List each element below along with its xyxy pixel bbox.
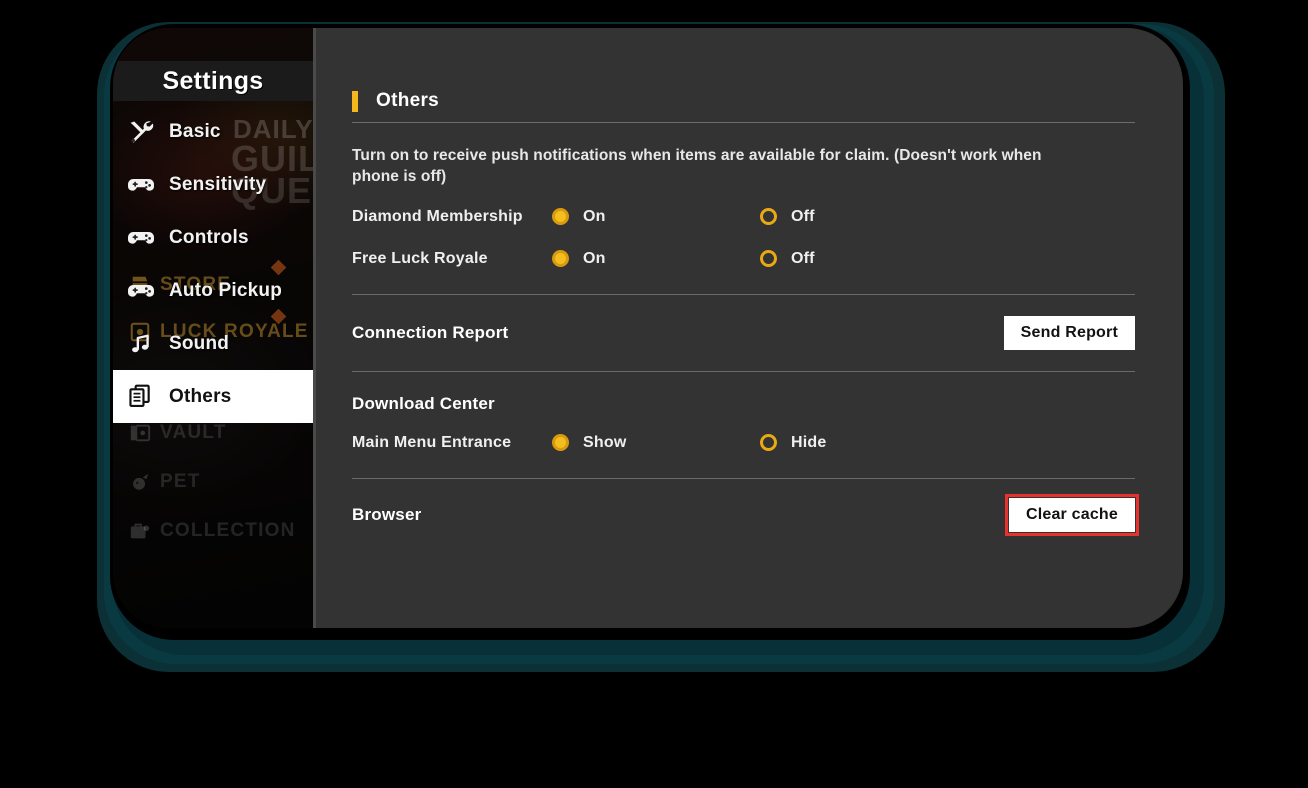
- sidebar-item-label: Sensitivity: [169, 173, 267, 195]
- radio-label: Show: [583, 433, 627, 451]
- download-center-option-row: Main Menu Entrance Show Hide: [352, 430, 1135, 456]
- toggle-label: Diamond Membership: [352, 207, 523, 225]
- background-item-label: PET: [160, 471, 201, 492]
- section-title: Others: [376, 90, 440, 111]
- radio-off-icon: [760, 434, 777, 452]
- sidebar-item-sensitivity[interactable]: Sensitivity: [113, 158, 313, 211]
- sidebar-item-label: Sound: [169, 332, 230, 354]
- toggle-row-free-luck-royale: Free Luck Royale On Off: [352, 246, 1135, 272]
- connection-report-row: Connection Report Send Report: [352, 295, 1135, 371]
- radio-label: On: [583, 249, 606, 267]
- row-divider: [352, 370, 1135, 372]
- radio-label: Hide: [791, 433, 827, 451]
- settings-content-panel: Others Turn on to receive push notificat…: [313, 28, 1183, 628]
- radio-label: Off: [791, 207, 815, 225]
- sidebar-item-label: Others: [169, 385, 232, 407]
- radio-on-icon: [552, 434, 569, 452]
- radio-label: On: [583, 207, 606, 225]
- pet-icon: [129, 471, 151, 493]
- sidebar-header: Settings: [113, 61, 313, 101]
- toggle-row-diamond-membership: Diamond Membership On Off: [352, 204, 1135, 230]
- background-item-label: COLLECTION: [160, 520, 296, 541]
- vault-icon: [129, 422, 151, 444]
- page-title: Settings: [162, 66, 264, 95]
- radio-diamond-membership-on[interactable]: On: [552, 208, 760, 226]
- download-center-block: Download Center Main Menu Entrance Show …: [352, 394, 1135, 456]
- radio-free-luck-royale-on[interactable]: On: [552, 250, 760, 268]
- radio-main-menu-entrance-hide[interactable]: Hide: [760, 434, 826, 452]
- section-header: Others: [352, 28, 1135, 112]
- sidebar-item-label: Basic: [169, 120, 221, 142]
- background-item-vault: VAULT: [129, 422, 227, 444]
- gamepad-icon: [127, 277, 155, 305]
- send-report-button-wrap: Send Report: [1003, 315, 1135, 350]
- send-report-button[interactable]: Send Report: [1003, 315, 1135, 350]
- background-item-collection: COLLECTION: [129, 520, 296, 542]
- browser-title: Browser: [352, 504, 422, 524]
- sidebar-item-others[interactable]: Others: [113, 370, 313, 423]
- radio-on-icon: [552, 250, 569, 268]
- phone-screen: DAILY GUILD QUEST STORE LUCK ROYALE: [113, 28, 1183, 628]
- radio-label: Off: [791, 249, 815, 267]
- radio-on-icon: [552, 208, 569, 226]
- sidebar-item-label: Auto Pickup: [169, 279, 283, 301]
- sidebar-item-controls[interactable]: Controls: [113, 211, 313, 264]
- toggle-label: Main Menu Entrance: [352, 433, 512, 451]
- connection-report-title: Connection Report: [352, 322, 509, 342]
- sidebar-item-sound[interactable]: Sound: [113, 317, 313, 370]
- accent-bar: [352, 90, 358, 112]
- settings-sidebar: DAILY GUILD QUEST STORE LUCK ROYALE: [113, 28, 313, 628]
- browser-row: Browser Clear cache: [352, 479, 1140, 551]
- music-note-icon: [127, 330, 155, 358]
- radio-off-icon: [760, 208, 777, 226]
- gamepad-icon: [127, 224, 155, 252]
- radio-free-luck-royale-off[interactable]: Off: [760, 250, 815, 268]
- gamepad-icon: [127, 171, 155, 199]
- sidebar-item-auto-pickup[interactable]: Auto Pickup: [113, 264, 313, 317]
- radio-off-icon: [760, 250, 777, 268]
- tools-icon: [127, 118, 155, 146]
- section-divider: [352, 122, 1135, 123]
- sidebar-item-label: Controls: [169, 226, 249, 248]
- collection-icon: [129, 520, 151, 542]
- toggle-label: Free Luck Royale: [352, 249, 488, 267]
- background-item-pet: PET: [129, 471, 201, 493]
- notifications-description: Turn on to receive push notifications wh…: [352, 147, 1042, 185]
- sidebar-item-basic[interactable]: Basic: [113, 105, 313, 158]
- background-item-label: VAULT: [160, 422, 227, 443]
- clear-cache-highlight-box: Clear cache: [1004, 493, 1140, 536]
- download-center-title: Download Center: [352, 393, 495, 413]
- documents-icon: [127, 383, 155, 411]
- radio-diamond-membership-off[interactable]: Off: [760, 208, 815, 226]
- sidebar-menu: Basic Sensitivity Controls Auto Pickup S…: [113, 101, 313, 423]
- radio-main-menu-entrance-show[interactable]: Show: [552, 434, 760, 452]
- screenshot-stage: DAILY GUILD QUEST STORE LUCK ROYALE: [0, 0, 1308, 788]
- clear-cache-button[interactable]: Clear cache: [1008, 497, 1135, 532]
